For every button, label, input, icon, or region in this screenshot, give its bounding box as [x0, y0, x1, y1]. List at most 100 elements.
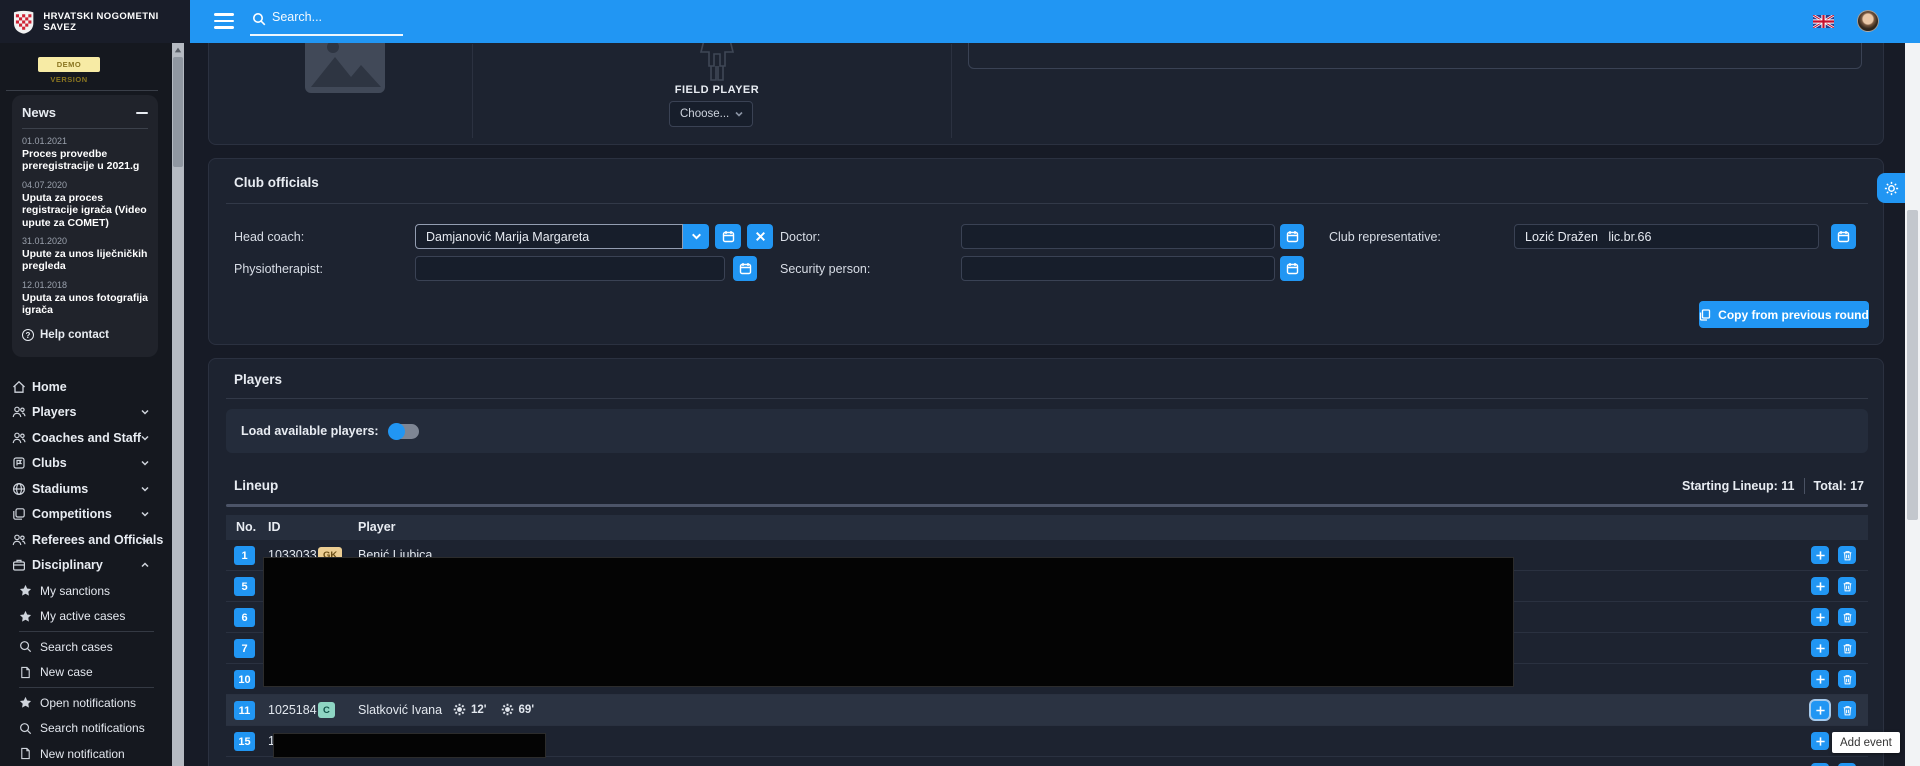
- sidebar-subitem-search-cases[interactable]: Search cases: [0, 634, 160, 660]
- section-title-players: Players: [234, 372, 282, 387]
- shirt-number-badge: 7: [234, 639, 255, 658]
- news-item-title[interactable]: Proces provedbe preregistracije u 2021.g: [22, 148, 148, 173]
- field-player-label: FIELD PLAYER: [637, 84, 797, 96]
- collapse-minus-icon[interactable]: [136, 112, 148, 114]
- news-item-date: 31.01.2020: [22, 236, 148, 246]
- language-flag-icon[interactable]: [1813, 15, 1834, 28]
- sidebar-subitem-new-case[interactable]: New case: [0, 660, 160, 686]
- sidebar-item-referees-and-officials[interactable]: Referees and Officials: [0, 527, 160, 553]
- sidebar-subitem-search-notifications[interactable]: Search notifications: [0, 716, 160, 742]
- delete-player-button[interactable]: [1838, 608, 1856, 626]
- app-root: FIELD PLAYER Choose... Club officials He…: [0, 0, 1920, 766]
- add-event-button[interactable]: [1811, 639, 1829, 657]
- delete-player-button[interactable]: [1838, 577, 1856, 595]
- sidebar-item-competitions[interactable]: Competitions: [0, 502, 160, 528]
- news-item-date: 04.07.2020: [22, 180, 148, 190]
- sidebar-item-coaches-and-staff[interactable]: Coaches and Staff: [0, 425, 160, 451]
- sidebar-nav: Home Players Coaches and Staff Clubs Sta…: [0, 374, 160, 766]
- users-icon: [12, 533, 26, 547]
- divider: [226, 203, 1868, 204]
- news-item-title[interactable]: Upute za unos liječničkih pregleda: [22, 248, 148, 273]
- sidebar-item-home[interactable]: Home: [0, 374, 160, 400]
- add-event-button[interactable]: [1811, 546, 1829, 564]
- chevron-down-icon: [140, 458, 150, 468]
- users-icon: [12, 431, 26, 445]
- add-event-tooltip: Add event: [1832, 732, 1900, 753]
- add-event-button[interactable]: [1811, 670, 1829, 688]
- head-coach-clear-button[interactable]: [747, 224, 773, 249]
- load-players-label: Load available players:: [241, 424, 379, 438]
- scroll-up-arrow-icon[interactable]: [174, 46, 182, 54]
- brand-area: HRVATSKI NOGOMETNI SAVEZ: [0, 0, 190, 43]
- user-avatar[interactable]: [1857, 10, 1879, 32]
- star-icon: [19, 696, 32, 709]
- delete-player-button[interactable]: [1838, 639, 1856, 657]
- security-person-calendar-button[interactable]: [1280, 256, 1304, 281]
- divider: [19, 631, 154, 632]
- physiotherapist-calendar-button[interactable]: [733, 256, 757, 281]
- sidebar-subitem-open-notifications[interactable]: Open notifications: [0, 690, 160, 716]
- news-panel: News 01.01.2021 Proces provedbe preregis…: [12, 95, 158, 357]
- total-stat: Total: 17: [1814, 479, 1864, 493]
- add-event-button[interactable]: [1811, 701, 1829, 719]
- sidebar-item-disciplinary[interactable]: Disciplinary: [0, 553, 160, 579]
- match-event: 69': [501, 703, 535, 716]
- chevron-down-icon: [140, 484, 150, 494]
- scrollbar-thumb[interactable]: [1907, 210, 1918, 520]
- delete-player-button[interactable]: [1838, 701, 1856, 719]
- sidebar-scrollbar[interactable]: [172, 43, 184, 766]
- page-scrollbar[interactable]: [1905, 0, 1920, 766]
- sidebar-item-clubs[interactable]: Clubs: [0, 451, 160, 477]
- event-icon: [501, 703, 514, 716]
- head-coach-input[interactable]: [415, 224, 683, 249]
- head-coach-dropdown-button[interactable]: [683, 224, 709, 249]
- news-item-title[interactable]: Uputa za proces registracije igrača (Vid…: [22, 192, 148, 229]
- shirt-number-badge: 1: [234, 546, 255, 565]
- field-player-select[interactable]: Choose...: [669, 101, 753, 127]
- doctor-input[interactable]: [961, 224, 1275, 249]
- security-person-input[interactable]: [961, 256, 1275, 281]
- hamburger-menu-icon[interactable]: [214, 13, 234, 29]
- stat-divider: [1804, 478, 1805, 494]
- club-representative-input[interactable]: [1514, 224, 1819, 249]
- physiotherapist-input[interactable]: [415, 256, 725, 281]
- lineup-scrollbar[interactable]: [226, 504, 1868, 507]
- copy-from-previous-round-button[interactable]: Copy from previous round: [1699, 301, 1869, 328]
- head-coach-calendar-button[interactable]: [715, 224, 741, 249]
- scrollbar-thumb[interactable]: [173, 57, 183, 167]
- layers-icon: [12, 507, 26, 521]
- club-officials-card: Club officials Head coach: Doctor: Club …: [208, 158, 1884, 345]
- sidebar-subitem-new-notification[interactable]: New notification: [0, 741, 160, 766]
- sidebar-item-stadiums[interactable]: Stadiums: [0, 476, 160, 502]
- help-contact-link[interactable]: ? Help contact: [22, 329, 148, 341]
- star-icon: [19, 610, 32, 623]
- briefcase-icon: [12, 558, 26, 572]
- starting-lineup-stat: Starting Lineup: 11: [1682, 479, 1795, 493]
- delete-player-button[interactable]: [1838, 670, 1856, 688]
- event-icon: [453, 703, 466, 716]
- doctor-label: Doctor:: [780, 230, 820, 244]
- globe-icon: [12, 482, 26, 496]
- add-event-button[interactable]: [1811, 608, 1829, 626]
- gear-icon: [1883, 180, 1900, 197]
- player-id: 1025184: [268, 703, 317, 717]
- sidebar-subitem-my-active-cases[interactable]: My active cases: [0, 604, 160, 630]
- delete-player-button[interactable]: [1838, 546, 1856, 564]
- security-person-label: Security person:: [780, 262, 870, 276]
- question-circle-icon: ?: [22, 329, 34, 341]
- search-input[interactable]: [272, 10, 400, 24]
- news-item: 01.01.2021 Proces provedbe preregistraci…: [22, 136, 148, 173]
- add-event-button[interactable]: [1811, 577, 1829, 595]
- settings-gear-button[interactable]: [1877, 173, 1905, 203]
- table-row[interactable]: 11 1025184 C Slatković Ivana 12' 69': [226, 695, 1868, 726]
- top-bar: HRVATSKI NOGOMETNI SAVEZ: [0, 0, 1920, 43]
- news-item-title[interactable]: Uputa za unos fotografija igrača: [22, 292, 148, 317]
- club-representative-calendar-button[interactable]: [1831, 224, 1856, 249]
- redacted-region: [263, 557, 1514, 687]
- add-event-button[interactable]: [1811, 732, 1829, 750]
- doctor-calendar-button[interactable]: [1280, 224, 1304, 249]
- load-players-toggle[interactable]: [389, 424, 419, 439]
- sidebar-subitem-my-sanctions[interactable]: My sanctions: [0, 578, 160, 604]
- sidebar-item-players[interactable]: Players: [0, 400, 160, 426]
- panel-divider: [472, 44, 473, 138]
